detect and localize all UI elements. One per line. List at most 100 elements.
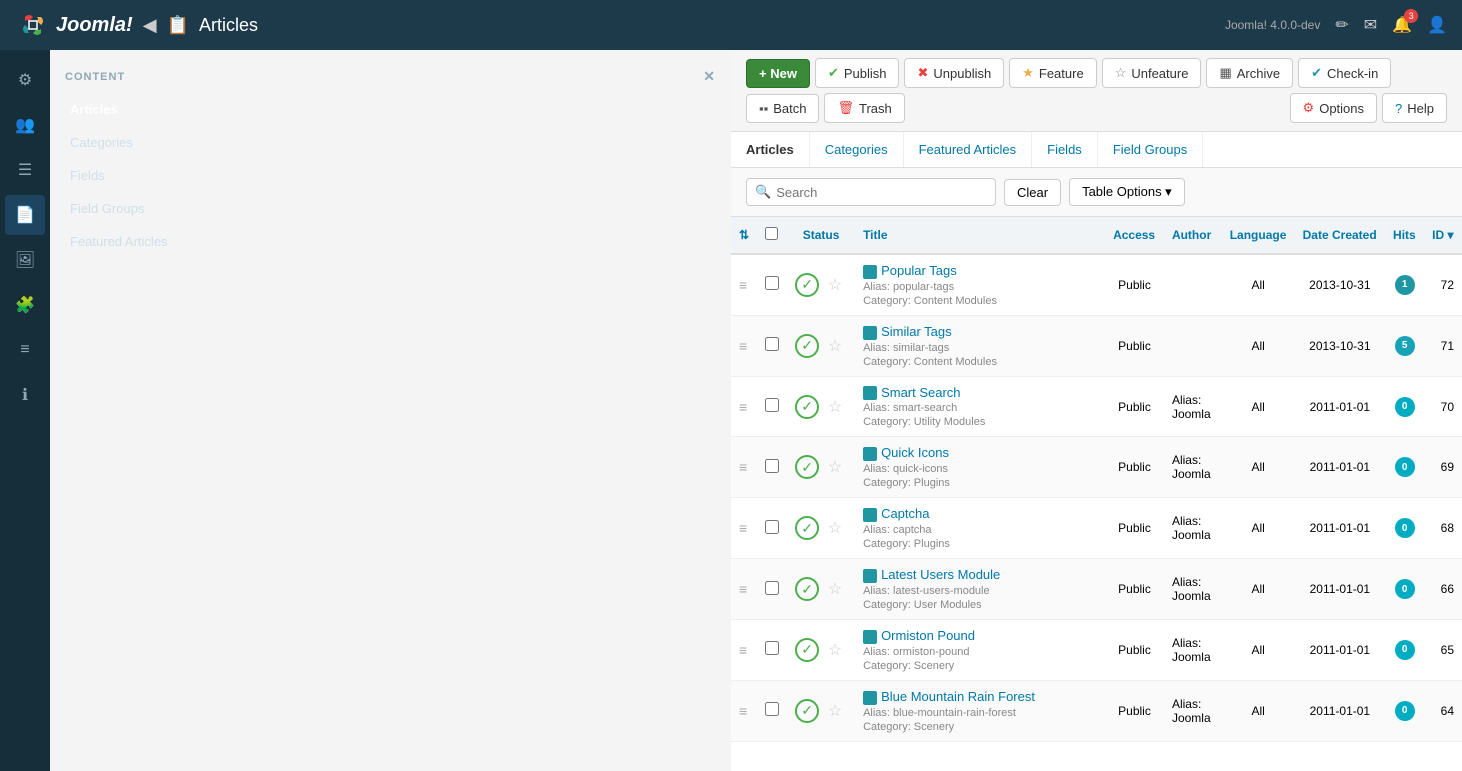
drag-icon[interactable]: ≡ xyxy=(739,642,747,658)
sidebar-item-articles[interactable]: Articles xyxy=(50,93,731,126)
row-checkbox[interactable] xyxy=(765,276,779,290)
th-access[interactable]: Access xyxy=(1105,217,1164,254)
row-checkbox[interactable] xyxy=(765,641,779,655)
subnav-articles[interactable]: Articles xyxy=(731,132,810,167)
sidebar-image-icon[interactable]: 🖼 xyxy=(5,240,45,280)
row-checkbox[interactable] xyxy=(765,459,779,473)
drag-handle[interactable]: ≡ xyxy=(731,376,757,437)
sidebar-item-fields[interactable]: Fields xyxy=(50,159,731,192)
drag-handle[interactable]: ≡ xyxy=(731,498,757,559)
row-checkbox[interactable] xyxy=(765,702,779,716)
status-star-icon[interactable]: ☆ xyxy=(823,638,847,662)
sidebar-content-icon[interactable]: 📄 xyxy=(5,195,45,235)
drag-handle[interactable]: ≡ xyxy=(731,254,757,315)
sidebar-users-icon[interactable]: 👥 xyxy=(5,105,45,145)
sidebar-item-field-groups[interactable]: Field Groups xyxy=(50,192,731,225)
feature-button[interactable]: ★ Feature xyxy=(1009,58,1096,88)
drag-handle[interactable]: ≡ xyxy=(731,559,757,620)
status-check-icon[interactable]: ✓ xyxy=(795,699,819,723)
th-date[interactable]: Date Created xyxy=(1295,217,1385,254)
th-title[interactable]: Title xyxy=(855,217,1105,254)
article-title-link[interactable]: Quick Icons xyxy=(881,445,949,460)
drag-handle[interactable]: ≡ xyxy=(731,437,757,498)
status-check-icon[interactable]: ✓ xyxy=(795,334,819,358)
sidebar-info-icon[interactable]: ℹ xyxy=(5,375,45,415)
bell-icon[interactable]: 🔔 3 xyxy=(1392,15,1412,35)
status-check-icon[interactable]: ✓ xyxy=(795,395,819,419)
user-icon[interactable]: 👤 xyxy=(1427,15,1447,35)
status-star-icon[interactable]: ☆ xyxy=(823,516,847,540)
table-options-button[interactable]: Table Options ▾ xyxy=(1069,178,1185,206)
drag-icon[interactable]: ≡ xyxy=(739,459,747,475)
subnav-featured-articles[interactable]: Featured Articles xyxy=(904,132,1033,167)
drag-icon[interactable]: ≡ xyxy=(739,399,747,415)
back-button[interactable]: ◀ xyxy=(143,15,157,36)
article-title-link[interactable]: Captcha xyxy=(881,506,929,521)
sidebar-close-button[interactable]: ✕ xyxy=(703,68,716,85)
article-title-link[interactable]: Latest Users Module xyxy=(881,567,1000,582)
drag-icon[interactable]: ≡ xyxy=(739,520,747,536)
status-star-icon[interactable]: ☆ xyxy=(823,273,847,297)
help-button[interactable]: ? Help xyxy=(1382,93,1447,123)
article-title-link[interactable]: Blue Mountain Rain Forest xyxy=(881,689,1035,704)
select-all-checkbox[interactable] xyxy=(765,227,778,240)
clear-button[interactable]: Clear xyxy=(1004,179,1061,206)
status-star-icon[interactable]: ☆ xyxy=(823,455,847,479)
mail-icon[interactable]: ✉ xyxy=(1364,15,1377,35)
status-check-icon[interactable]: ✓ xyxy=(795,455,819,479)
article-title-link[interactable]: Similar Tags xyxy=(881,324,952,339)
th-status[interactable]: Status xyxy=(787,217,855,254)
publish-button[interactable]: ✔ Publish xyxy=(815,58,900,88)
sidebar-item-featured-articles[interactable]: Featured Articles xyxy=(50,225,731,258)
row-checkbox[interactable] xyxy=(765,398,779,412)
row-access: Public xyxy=(1105,619,1164,680)
article-title-link[interactable]: Smart Search xyxy=(881,385,960,400)
new-button[interactable]: + New xyxy=(746,59,810,88)
th-id[interactable]: ID ▾ xyxy=(1424,217,1462,254)
row-checkbox[interactable] xyxy=(765,337,779,351)
sidebar-item-categories[interactable]: Categories xyxy=(50,126,731,159)
archive-button[interactable]: ▦ Archive xyxy=(1206,58,1293,88)
status-check-icon[interactable]: ✓ xyxy=(795,638,819,662)
drag-icon[interactable]: ≡ xyxy=(739,703,747,719)
article-title-link[interactable]: Popular Tags xyxy=(881,263,957,278)
status-check-icon[interactable]: ✓ xyxy=(795,273,819,297)
sidebar-list-icon[interactable]: ☰ xyxy=(5,150,45,190)
row-checkbox[interactable] xyxy=(765,581,779,595)
edit-icon[interactable]: ✏ xyxy=(1335,15,1348,35)
row-date: 2011-01-01 xyxy=(1295,376,1385,437)
drag-handle[interactable]: ≡ xyxy=(731,619,757,680)
trash-button[interactable]: 🗑 Trash xyxy=(824,93,904,123)
status-check-icon[interactable]: ✓ xyxy=(795,577,819,601)
sidebar-puzzle-icon[interactable]: 🧩 xyxy=(5,285,45,325)
batch-button[interactable]: ▪▪ Batch xyxy=(746,94,819,123)
subnav-fields[interactable]: Fields xyxy=(1032,132,1098,167)
th-hits[interactable]: Hits xyxy=(1385,217,1424,254)
row-checkbox[interactable] xyxy=(765,520,779,534)
drag-icon[interactable]: ≡ xyxy=(739,581,747,597)
options-button[interactable]: ⚙ Options xyxy=(1290,93,1377,123)
checkin-button[interactable]: ✔ Check-in xyxy=(1298,58,1391,88)
subnav-field-groups[interactable]: Field Groups xyxy=(1098,132,1203,167)
unpublish-button[interactable]: ✖ Unpublish xyxy=(904,58,1004,88)
joomla-logo[interactable]: Joomla! xyxy=(15,7,133,43)
status-star-icon[interactable]: ☆ xyxy=(823,334,847,358)
article-title-link[interactable]: Ormiston Pound xyxy=(881,628,975,643)
sidebar-gear-icon[interactable]: ⚙ xyxy=(5,60,45,100)
th-author[interactable]: Author xyxy=(1164,217,1222,254)
status-star-icon[interactable]: ☆ xyxy=(823,577,847,601)
th-language[interactable]: Language xyxy=(1222,217,1295,254)
search-input[interactable] xyxy=(776,185,987,200)
sidebar-menu-icon[interactable]: ≡ xyxy=(5,330,45,370)
th-sort[interactable]: ⇅ xyxy=(731,217,757,254)
drag-icon[interactable]: ≡ xyxy=(739,338,747,354)
unfeature-button[interactable]: ☆ Unfeature xyxy=(1102,58,1202,88)
status-star-icon[interactable]: ☆ xyxy=(823,699,847,723)
drag-handle[interactable]: ≡ xyxy=(731,680,757,741)
th-checkbox[interactable] xyxy=(757,217,787,254)
status-check-icon[interactable]: ✓ xyxy=(795,516,819,540)
status-star-icon[interactable]: ☆ xyxy=(823,395,847,419)
drag-handle[interactable]: ≡ xyxy=(731,315,757,376)
drag-icon[interactable]: ≡ xyxy=(739,277,747,293)
subnav-categories[interactable]: Categories xyxy=(810,132,904,167)
